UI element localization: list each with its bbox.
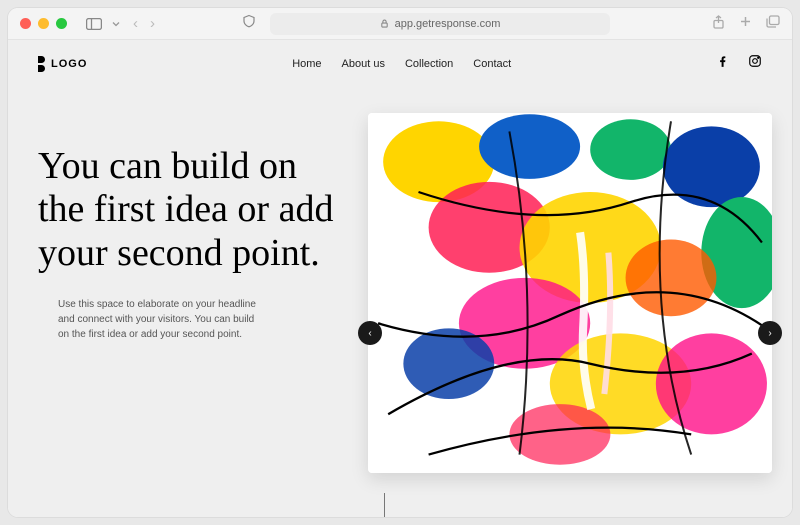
lock-icon [380,19,389,28]
sidebar-toggle-icon[interactable] [83,15,105,33]
hero-text: You can build on the first idea or add y… [38,109,338,517]
facebook-icon[interactable] [716,54,730,73]
logo-text: LOGO [51,58,87,70]
logo[interactable]: LOGO [38,56,87,72]
forward-icon[interactable]: › [150,15,155,32]
instagram-icon[interactable] [748,54,762,73]
share-icon[interactable] [712,15,725,32]
nav-about[interactable]: About us [342,58,385,70]
carousel-prev-button[interactable]: ‹ [358,321,382,345]
maximize-icon[interactable] [56,18,67,29]
site-header: LOGO Home About us Collection Contact [8,40,792,79]
chevron-down-icon[interactable] [111,15,121,33]
section-divider [384,493,385,517]
nav-home[interactable]: Home [292,58,321,70]
address-text: app.getresponse.com [395,18,501,30]
close-icon[interactable] [20,18,31,29]
logo-icon [38,56,45,72]
hero-artwork [368,113,772,473]
social-links [716,54,762,73]
nav-contact[interactable]: Contact [473,58,511,70]
carousel-next-button[interactable]: › [758,321,782,345]
minimize-icon[interactable] [38,18,49,29]
traffic-lights [20,18,67,29]
headline: You can build on the first idea or add y… [38,145,338,275]
tracking-shield-icon[interactable] [242,14,256,33]
browser-window: ‹ › app.getresponse.com [8,8,792,517]
nav-collection[interactable]: Collection [405,58,453,70]
hero-section: You can build on the first idea or add y… [8,79,792,517]
hero-image-carousel: ‹ › [368,109,762,517]
page: LOGO Home About us Collection Contact Yo… [8,40,792,517]
address-bar[interactable]: app.getresponse.com [270,13,610,35]
nav-menu: Home About us Collection Contact [117,58,686,70]
back-icon[interactable]: ‹ [133,15,138,32]
subtext: Use this space to elaborate on your head… [38,297,268,342]
new-tab-icon[interactable] [739,15,752,32]
titlebar: ‹ › app.getresponse.com [8,8,792,40]
tabs-overview-icon[interactable] [766,15,780,32]
